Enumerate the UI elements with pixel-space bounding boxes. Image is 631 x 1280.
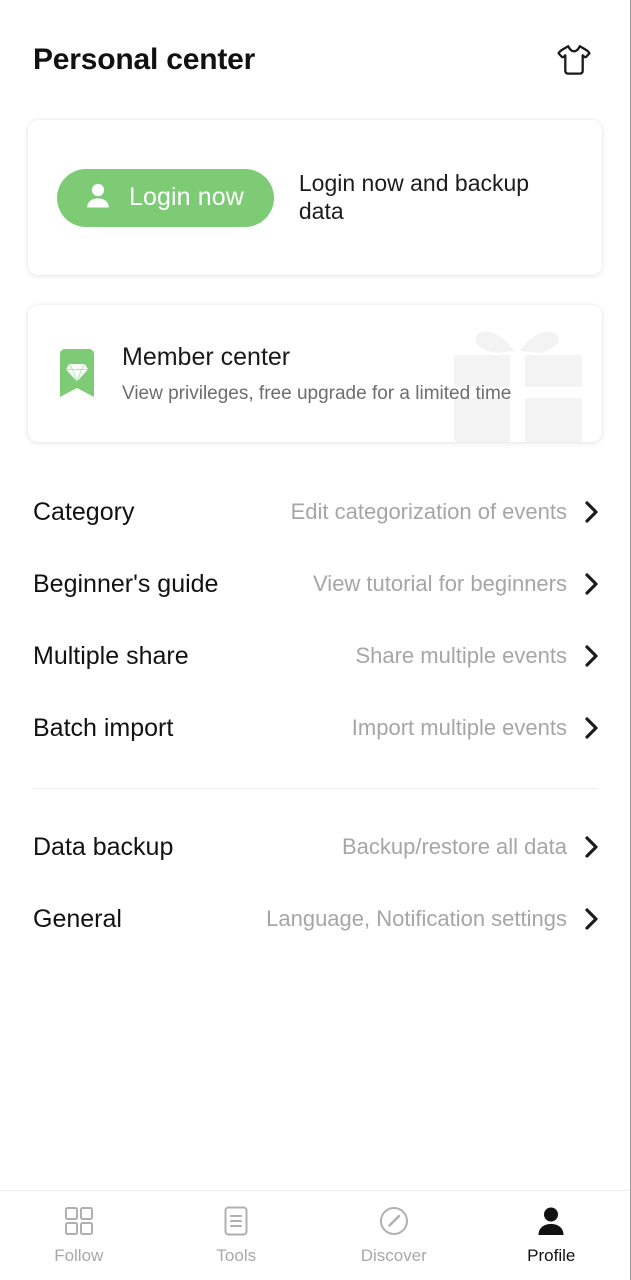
chevron-right-icon (585, 645, 598, 667)
menu-item-label: Data backup (33, 832, 174, 861)
menu-item-value: Edit categorization of events (290, 499, 567, 524)
member-center-subtitle: View privileges, free upgrade for a limi… (122, 382, 512, 404)
chevron-right-icon (585, 908, 598, 930)
nav-item-follow[interactable]: Follow (0, 1191, 158, 1280)
nav-item-label: Profile (527, 1246, 576, 1265)
menu-item-general[interactable]: General Language, Notification settings (0, 883, 630, 955)
login-hint-text: Login now and backup data (298, 170, 530, 224)
menu-item-value: View tutorial for beginners (313, 571, 567, 596)
menu-item-label: Beginner's guide (33, 569, 219, 598)
nav-item-discover[interactable]: Discover (315, 1191, 473, 1280)
login-now-button-label: Login now (129, 183, 244, 211)
menu-item-right: Backup/restore all data (342, 834, 599, 860)
menu-item-right: Edit categorization of events (291, 499, 599, 525)
compass-icon (379, 1207, 408, 1235)
menu-item-data-backup[interactable]: Data backup Backup/restore all data (0, 811, 630, 883)
person-icon (85, 182, 111, 214)
menu-item-label: Batch import (33, 713, 174, 742)
document-lines-icon (224, 1206, 248, 1236)
menu-item-value: Backup/restore all data (341, 834, 567, 859)
menu-item-right: Import multiple events (352, 715, 599, 741)
menu-item-value: Language, Notification settings (266, 906, 567, 931)
settings-menu: Category Edit categorization of events B… (0, 476, 630, 955)
bottom-navigation-bar: Follow Tools Discover Profile (0, 1190, 630, 1280)
tshirt-icon[interactable] (551, 37, 597, 83)
member-center-title: Member center (122, 343, 291, 372)
chevron-right-icon (585, 501, 598, 523)
menu-item-category[interactable]: Category Edit categorization of events (0, 476, 630, 548)
menu-item-label: Multiple share (33, 641, 189, 670)
page-title: Personal center (33, 43, 256, 76)
grid-icon (64, 1207, 93, 1235)
menu-item-beginners-guide[interactable]: Beginner's guide View tutorial for begin… (0, 548, 630, 620)
menu-item-label: Category (33, 497, 135, 526)
chevron-right-icon (585, 573, 598, 595)
chevron-right-icon (585, 836, 598, 858)
nav-item-label: Follow (54, 1246, 104, 1265)
menu-item-right: Language, Notification settings (266, 906, 599, 932)
personal-center-screen: Personal center Login now Login now and … (0, 0, 631, 1280)
menu-item-right: Share multiple events (355, 643, 599, 669)
member-center-text: Member center View privileges, free upgr… (122, 342, 511, 404)
menu-item-value: Import multiple events (351, 715, 567, 740)
person-filled-icon (538, 1207, 564, 1235)
nav-item-tools[interactable]: Tools (158, 1191, 316, 1280)
login-card: Login now Login now and backup data (28, 120, 602, 275)
member-center-card[interactable]: Member center View privileges, free upgr… (28, 305, 602, 442)
nav-item-label: Discover (360, 1246, 427, 1265)
menu-item-right: View tutorial for beginners (313, 571, 599, 597)
chevron-right-icon (585, 717, 598, 739)
menu-item-multiple-share[interactable]: Multiple share Share multiple events (0, 620, 630, 692)
login-now-button[interactable]: Login now (57, 168, 274, 227)
page-header: Personal center (0, 0, 630, 120)
nav-item-profile[interactable]: Profile (473, 1191, 631, 1280)
nav-item-label: Tools (216, 1246, 257, 1265)
menu-divider (33, 788, 597, 789)
menu-item-label: General (33, 904, 122, 933)
diamond-badge-icon (60, 348, 94, 397)
menu-item-value: Share multiple events (355, 643, 567, 668)
menu-item-batch-import[interactable]: Batch import Import multiple events (0, 692, 630, 764)
